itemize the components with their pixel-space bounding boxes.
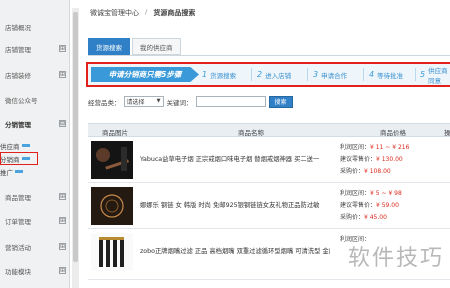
sidebar-scrollbar[interactable] <box>72 8 79 288</box>
table-header: 商品图片 商品名称 商品价格 操 <box>88 123 450 137</box>
column-header-image: 商品图片 <box>102 129 128 137</box>
product-image[interactable] <box>91 141 133 179</box>
step-4: 4 等待批准 <box>369 67 403 82</box>
sidebar-item-modules[interactable]: 功能模块 ⊞ <box>0 264 70 278</box>
step-number: 3 <box>313 70 319 79</box>
expand-icon[interactable]: ⊞ <box>59 45 66 52</box>
expand-icon[interactable]: ⊞ <box>59 217 66 224</box>
tab-bar: 货源搜索 我的供应商 <box>88 38 181 55</box>
purchase-price: 采购价：¥ 108.00 <box>340 168 391 175</box>
step-number: 2 <box>257 70 263 79</box>
steps-title: 申请分销商只需5步骤 <box>91 67 199 82</box>
sidebar-item-shop-decoration[interactable]: 店铺装修 ⊞ <box>0 68 70 82</box>
step-label: 进入店铺 <box>265 71 292 80</box>
column-header-name: 商品名称 <box>238 129 264 137</box>
sidebar-item-marketing[interactable]: 营销活动 ⊞ <box>0 240 70 254</box>
search-button[interactable]: 搜索 <box>268 95 293 108</box>
sidebar-item-label: 店铺管理 <box>5 46 31 54</box>
scrollbar-thumb[interactable] <box>73 12 78 262</box>
step-1: 1 货源搜索 <box>202 67 236 82</box>
breadcrumb-current: 货源商品搜索 <box>153 9 196 17</box>
breadcrumb: 微诚宝管理中心 / 货源商品搜索 <box>90 8 195 18</box>
expand-icon[interactable]: ⊞ <box>59 243 66 250</box>
sidebar-item-label: 店铺装修 <box>5 72 31 80</box>
sidebar-item-label: 商品管理 <box>5 194 31 202</box>
tag-icon <box>15 170 23 173</box>
category-label: 经营品类： <box>88 98 121 107</box>
collapse-icon[interactable]: ⊟ <box>59 120 66 127</box>
sidebar-item-label: 店铺概况 <box>5 24 31 32</box>
category-select[interactable]: 请选择 ▼ <box>123 96 164 107</box>
sidebar-subitem-label: 供应商 <box>0 142 20 151</box>
step-number: 4 <box>369 70 375 79</box>
sidebar-item-label: 分销管理 <box>5 121 31 129</box>
keyword-label: 关键词： <box>166 98 193 107</box>
step-5: 5 供应商同意 <box>420 66 450 85</box>
expand-icon[interactable]: ⊞ <box>59 71 66 78</box>
breadcrumb-root[interactable]: 微诚宝管理中心 <box>90 8 139 18</box>
step-2: 2 进入店铺 <box>257 67 291 82</box>
tag-icon <box>21 144 30 147</box>
sidebar-item-distribution[interactable]: 分销管理 ⊟ <box>0 117 70 131</box>
sidebar-subitem-label: 推广 <box>0 168 13 177</box>
product-name-link[interactable]: 娜娜乐 钢链 女 韩版 时尚 免邮925银钢链链女友礼物正品防过敏 <box>140 200 330 209</box>
highlight-box <box>0 152 38 165</box>
expand-icon[interactable]: ⊞ <box>59 193 66 200</box>
profit-range: 利润区间：¥ 5 ~ ¥ 98 <box>340 190 402 197</box>
sidebar-item-label: 功能模块 <box>5 268 31 276</box>
sidebar: 店铺概况 店铺管理 ⊞ 店铺装修 ⊞ 微信公众号 分销管理 ⊟ 供应商 分销商 推广 … <box>0 0 70 288</box>
sidebar-item-order-management[interactable]: 订单管理 ⊞ <box>0 214 70 228</box>
product-image[interactable] <box>91 187 133 225</box>
step-divider <box>307 68 308 81</box>
sidebar-item-label: 营销活动 <box>5 244 31 252</box>
sidebar-item-label: 订单管理 <box>5 218 31 226</box>
tab-divider <box>88 55 450 56</box>
retail-price: 建议零售价：¥ 130.00 <box>340 156 403 163</box>
step-label: 货源搜索 <box>210 71 237 80</box>
step-number: 5 <box>420 70 426 79</box>
sidebar-item-wechat-account[interactable]: 微信公众号 <box>0 93 70 107</box>
table-row: 娜娜乐 钢链 女 韩版 时尚 免邮925银钢链链女友礼物正品防过敏 利润区间：¥… <box>88 184 450 229</box>
step-divider <box>415 68 416 81</box>
table-row: Yabuca益草电子烟 正宗戒烟口味电子烟 替烟戒烟神器 买二送一 利润区间：¥… <box>88 138 450 183</box>
sidebar-item-shop-management[interactable]: 店铺管理 ⊞ <box>0 42 70 56</box>
sidebar-item-label: 微信公众号 <box>5 97 38 105</box>
main-content: 微诚宝管理中心 / 货源商品搜索 货源搜索 我的供应商 申请分销商只需5步骤 1… <box>80 0 450 288</box>
step-divider <box>251 68 252 81</box>
purchase-price: 采购价：¥ 45.00 <box>340 214 387 221</box>
search-bar: 经营品类： 请选择 ▼ 关键词： 搜索 <box>88 95 293 108</box>
column-header-price: 商品价格 <box>380 129 406 137</box>
step-3: 3 申请合作 <box>313 67 347 82</box>
step-label: 供应商同意 <box>428 66 448 85</box>
step-divider <box>363 68 364 81</box>
product-name-link[interactable]: Yabuca益草电子烟 正宗戒烟口味电子烟 替烟戒烟神器 买二送一 <box>140 154 330 163</box>
retail-price: 建议零售价：¥ 59.00 <box>340 202 399 209</box>
sidebar-subitem-supplier[interactable]: 供应商 <box>0 140 70 151</box>
steps-banner: 申请分销商只需5步骤 1 货源搜索 2 进入店铺 3 申请合作 4 等待批准 5 供应商同… <box>86 62 450 87</box>
profit-range: 利润区间：¥ 11 ~ ¥ 216 <box>340 144 410 151</box>
step-label: 等待批准 <box>377 71 404 80</box>
keyword-input[interactable] <box>195 96 266 107</box>
product-image[interactable] <box>91 233 133 271</box>
product-name-link[interactable]: zobo正牌烟嘴过滤 正品 高档烟嘴 双重过滤循环型烟嘴 可清洗型 金属 <box>140 246 330 255</box>
sidebar-item-shop-overview[interactable]: 店铺概况 <box>0 20 70 34</box>
column-header-actions: 操 <box>444 129 450 137</box>
breadcrumb-separator: / <box>145 8 148 16</box>
step-number: 1 <box>202 70 208 79</box>
step-label: 申请合作 <box>321 71 348 80</box>
chevron-down-icon: ▼ <box>156 98 161 104</box>
category-select-value: 请选择 <box>126 99 145 106</box>
sidebar-subitem-promotion[interactable]: 推广 <box>0 166 70 177</box>
tab-my-suppliers[interactable]: 我的供应商 <box>132 38 181 55</box>
expand-icon[interactable]: ⊞ <box>59 267 66 274</box>
tab-source-search[interactable]: 货源搜索 <box>88 38 130 55</box>
watermark: 软件技巧 <box>347 246 444 271</box>
sidebar-item-product-management[interactable]: 商品管理 ⊞ <box>0 190 70 204</box>
